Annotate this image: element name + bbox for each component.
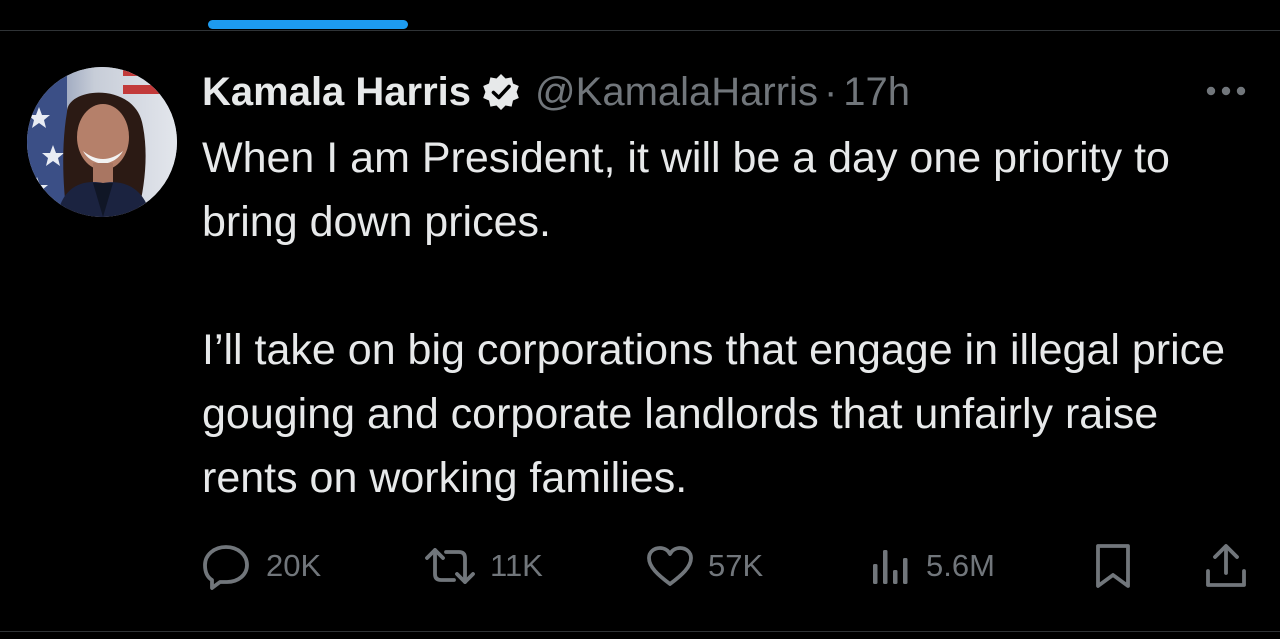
reply-icon [203, 545, 249, 590]
repost-icon [425, 548, 475, 584]
reply-button[interactable]: 20K [202, 535, 321, 597]
bookmark-icon [1096, 544, 1130, 588]
share-icon [1206, 544, 1246, 587]
like-button[interactable]: 57K [646, 535, 763, 597]
user-handle[interactable]: @KamalaHarris [535, 70, 818, 115]
active-tab-indicator [208, 20, 408, 29]
tweet-paragraph: I’ll take on big corporations that engag… [202, 326, 1226, 502]
verified-badge-icon [481, 72, 521, 112]
avatar-image [27, 67, 177, 217]
action-bar: 20K 11K 57K 5.6M [0, 535, 1280, 597]
bookmark-button[interactable] [1094, 535, 1132, 597]
tweet-text: When I am President, it will be a day on… [202, 126, 1262, 510]
like-count: 57K [708, 548, 764, 583]
tweet-header: Kamala Harris @KamalaHarris · 17h [202, 66, 910, 118]
share-button[interactable] [1204, 535, 1248, 597]
avatar[interactable] [27, 67, 177, 217]
top-bar [0, 0, 1280, 30]
top-divider [0, 30, 1280, 31]
views-icon [873, 550, 908, 584]
more-icon [1206, 86, 1246, 96]
repost-count: 11K [490, 548, 543, 583]
reply-count: 20K [266, 548, 322, 583]
timestamp[interactable]: 17h [843, 70, 910, 115]
bottom-divider [0, 631, 1280, 632]
repost-button[interactable]: 11K [424, 535, 543, 597]
views-button[interactable]: 5.6M [870, 535, 995, 597]
display-name[interactable]: Kamala Harris [202, 70, 471, 115]
views-count: 5.6M [926, 548, 995, 583]
tweet-paragraph: When I am President, it will be a day on… [202, 134, 1170, 246]
more-options-button[interactable] [1200, 78, 1252, 104]
separator-dot: · [823, 69, 838, 114]
heart-icon [647, 546, 693, 586]
